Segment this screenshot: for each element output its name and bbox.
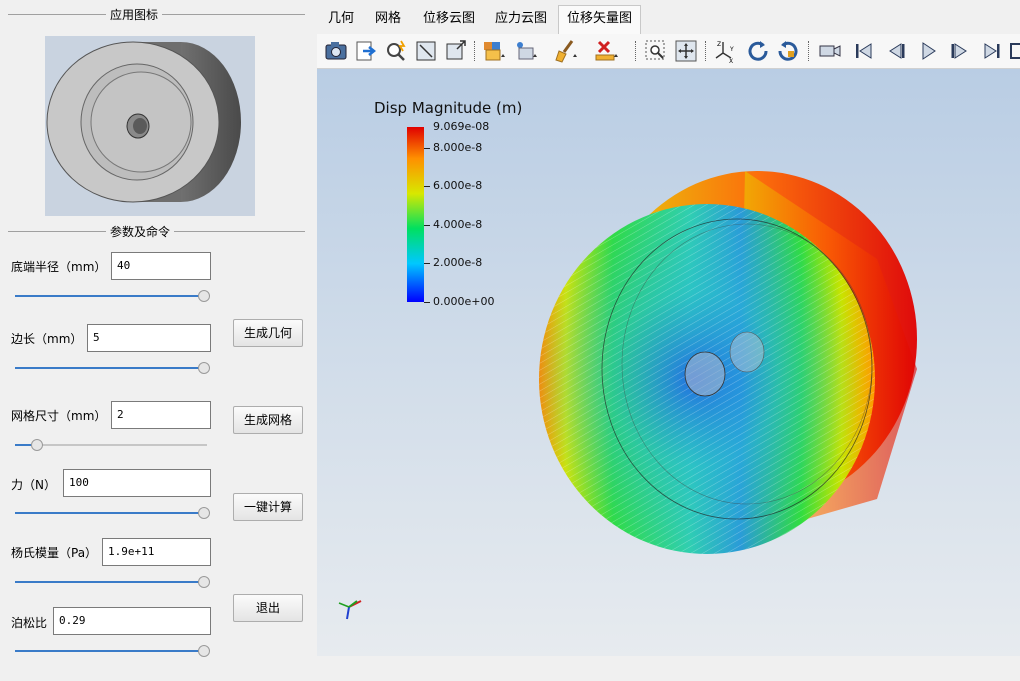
orientation-axes (338, 600, 362, 620)
youngs-modulus-slider[interactable] (15, 576, 210, 588)
radius-label: 底端半径（mm） (11, 260, 107, 274)
rotate-minus-90-icon[interactable] (775, 38, 801, 64)
mesh-size-input[interactable]: 2 (111, 401, 211, 429)
pick-center-icon[interactable] (673, 38, 699, 64)
select-points-icon[interactable] (513, 38, 539, 64)
youngs-modulus-label: 杨氏模量（Pa） (11, 546, 98, 560)
generate-geometry-button[interactable]: 生成几何 (233, 319, 303, 347)
select-cells-icon[interactable] (481, 38, 507, 64)
svg-text:X: X (729, 58, 733, 64)
params-section-title: 参数及命令 (106, 223, 175, 240)
side-length-input[interactable]: 5 (87, 324, 211, 352)
poisson-ratio-input[interactable]: 0.29 (53, 607, 211, 635)
axes-orientation-icon[interactable]: Z YX (713, 38, 739, 65)
loop-icon[interactable] (1007, 38, 1020, 64)
disc-model (539, 171, 917, 554)
clear-selection-icon[interactable] (553, 38, 579, 64)
tab-displacement-vector[interactable]: 位移矢量图 (558, 5, 642, 34)
icon-section-title: 应用图标 (106, 6, 163, 23)
side-length-slider[interactable] (15, 362, 210, 374)
force-label: 力（N） (11, 478, 56, 492)
slider-thumb[interactable] (198, 645, 210, 657)
app-icon-preview (45, 36, 255, 216)
slider-thumb[interactable] (198, 290, 210, 302)
tab-geometry[interactable]: 几何 (320, 6, 362, 32)
next-frame-icon[interactable] (947, 38, 973, 64)
tab-stress-contour[interactable]: 应力云图 (487, 6, 555, 32)
delete-icon[interactable] (593, 38, 619, 64)
slider-thumb[interactable] (198, 507, 210, 519)
zoom-to-box-icon[interactable] (443, 38, 469, 64)
svg-text:Y: Y (729, 46, 734, 53)
slider-thumb[interactable] (198, 362, 210, 374)
side-length-label: 边长（mm） (11, 332, 83, 346)
tab-mesh[interactable]: 网格 (367, 6, 409, 32)
radius-slider[interactable] (15, 290, 210, 302)
force-input[interactable]: 100 (63, 469, 211, 497)
zoom-to-selection-icon[interactable] (643, 38, 669, 64)
mesh-size-label: 网格尺寸（mm） (11, 409, 107, 423)
previous-frame-icon[interactable] (883, 38, 909, 64)
rotate-plus-90-icon[interactable] (745, 38, 771, 64)
slider-thumb[interactable] (198, 576, 210, 588)
screenshot-icon[interactable] (323, 38, 349, 64)
last-frame-icon[interactable] (979, 38, 1005, 64)
tab-displacement-contour[interactable]: 位移云图 (415, 6, 483, 32)
exit-button[interactable]: 退出 (233, 594, 303, 622)
zoom-probe-icon[interactable] (383, 38, 409, 64)
youngs-modulus-input[interactable]: 1.9e+11 (102, 538, 211, 566)
view-toolbar: Z YX (317, 34, 1020, 69)
force-slider[interactable] (15, 507, 210, 519)
poisson-ratio-slider[interactable] (15, 645, 210, 657)
render-viewport[interactable]: Disp Magnitude (m) 9.069e-08 8.000e-8 6.… (317, 69, 1020, 656)
slider-thumb[interactable] (30, 439, 43, 451)
displacement-vector-plot (338, 171, 917, 620)
compute-button[interactable]: 一键计算 (233, 493, 303, 521)
export-icon[interactable] (353, 38, 379, 64)
play-icon[interactable] (915, 38, 941, 64)
mesh-size-slider[interactable] (15, 439, 207, 451)
poisson-ratio-label: 泊松比 (11, 616, 48, 630)
camera-icon[interactable] (817, 38, 843, 64)
reset-camera-icon[interactable] (413, 38, 439, 64)
svg-text:Z: Z (717, 41, 721, 48)
radius-input[interactable]: 40 (111, 252, 211, 280)
first-frame-icon[interactable] (851, 38, 877, 64)
generate-mesh-button[interactable]: 生成网格 (233, 406, 303, 434)
